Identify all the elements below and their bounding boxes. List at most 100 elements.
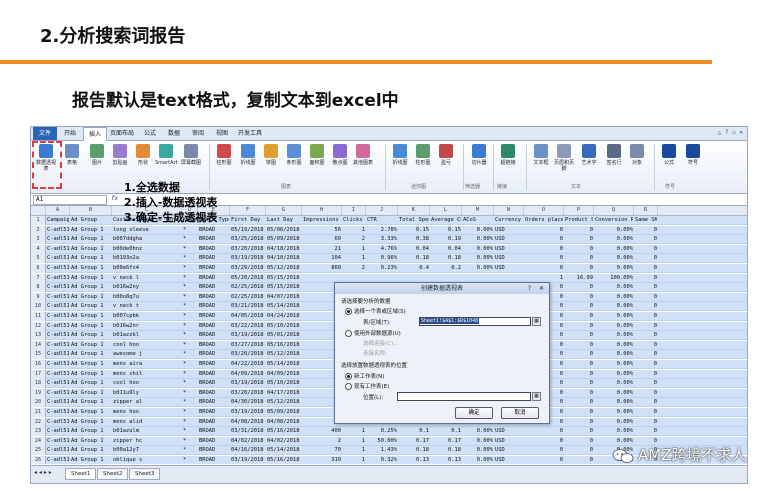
ribbon-button-3[interactable]: 剪贴画	[109, 144, 131, 166]
cell[interactable]: 0	[525, 446, 563, 455]
ribbon-button-20[interactable]: 页眉和页脚	[553, 144, 575, 172]
cell[interactable]: 0.00%	[595, 302, 633, 311]
cell[interactable]: BROAD	[199, 418, 229, 427]
cell[interactable]: 0.2	[431, 264, 461, 273]
cell[interactable]: BROAD	[199, 331, 229, 340]
cell[interactable]: Ad Group 1	[71, 341, 111, 350]
cell[interactable]: 0	[565, 312, 593, 321]
cell[interactable]: 03/29/2018	[231, 264, 265, 273]
cell[interactable]: C-adl51	[47, 427, 69, 436]
ribbon-button-11[interactable]: 面积图	[306, 144, 328, 166]
ribbon-button-23[interactable]: 对象	[626, 144, 648, 166]
cell[interactable]: 0	[635, 389, 657, 398]
cell[interactable]: Ad Group 1	[71, 235, 111, 244]
location-picker-icon[interactable]: ▦	[532, 392, 541, 401]
cell[interactable]: BROAD	[199, 245, 229, 254]
cell[interactable]: USD	[495, 264, 523, 273]
cancel-button[interactable]: 取消	[501, 407, 539, 419]
cell[interactable]: 0.00%	[595, 312, 633, 321]
cell[interactable]: 0	[565, 245, 593, 254]
cell[interactable]: 400	[303, 427, 341, 436]
cell[interactable]: C-adl51	[47, 235, 69, 244]
cell[interactable]: Last Day	[267, 216, 301, 225]
cell[interactable]: 0	[565, 293, 593, 302]
cell[interactable]: 0	[565, 389, 593, 398]
cell[interactable]: 03/25/2018	[231, 235, 265, 244]
cell[interactable]: 04/02/2018	[231, 437, 265, 446]
cell[interactable]: 03/22/2018	[231, 322, 265, 331]
row-number[interactable]: 17	[31, 369, 46, 379]
cell[interactable]: 0.00%	[595, 331, 633, 340]
cell[interactable]: BROAD	[199, 437, 229, 446]
cell[interactable]: 0.1	[431, 427, 461, 436]
cell[interactable]: mens aira	[113, 360, 181, 369]
cell[interactable]: long sleeve	[113, 226, 181, 235]
cell[interactable]: 0	[635, 370, 657, 379]
cell[interactable]: b00e6fx4	[113, 264, 181, 273]
cell[interactable]: C-adl51	[47, 456, 69, 464]
cell[interactable]: Impressions	[303, 216, 341, 225]
row-number[interactable]: 5	[31, 254, 46, 264]
cell[interactable]: 0.17	[431, 437, 461, 446]
cell[interactable]: Ad Group 1	[71, 283, 111, 292]
cell[interactable]: 04/02/2018	[267, 437, 301, 446]
cell[interactable]: C-adl51	[47, 293, 69, 302]
cell[interactable]: BROAD	[199, 226, 229, 235]
cell[interactable]: 0.18	[431, 446, 461, 455]
cell[interactable]: 0	[635, 322, 657, 331]
cell[interactable]: 0.1	[399, 427, 429, 436]
cell[interactable]: BROAD	[199, 370, 229, 379]
cell[interactable]: 04/30/2018	[231, 398, 265, 407]
tab-2[interactable]: 插入	[83, 127, 107, 141]
cell[interactable]: 0	[565, 437, 593, 446]
ribbon-button-24[interactable]: 公式	[658, 144, 680, 166]
cell[interactable]: 0	[635, 274, 657, 283]
cell[interactable]: 0	[525, 226, 563, 235]
cell[interactable]: 04/10/2018	[267, 254, 301, 263]
cell[interactable]: 05/15/2018	[267, 274, 301, 283]
cell[interactable]: BROAD	[199, 389, 229, 398]
column-header[interactable]: Q	[594, 206, 634, 215]
row-number[interactable]: 7	[31, 273, 46, 283]
cell[interactable]: 0.00%	[595, 370, 633, 379]
row-number[interactable]: 16	[31, 360, 46, 369]
cell[interactable]: 0	[635, 418, 657, 427]
row-number[interactable]: 6	[31, 264, 46, 273]
cell[interactable]: Ad Group 1	[71, 398, 111, 407]
row-number[interactable]: 10	[31, 302, 46, 312]
cell[interactable]: *	[183, 360, 197, 369]
tab-5[interactable]: 数据	[163, 127, 185, 140]
cell[interactable]: 02/25/2018	[231, 283, 265, 292]
cell[interactable]: Ad Group 1	[71, 446, 111, 455]
cell[interactable]: 05/20/2018	[231, 274, 265, 283]
cell[interactable]: 0	[635, 350, 657, 359]
cell[interactable]: Ad Group 1	[71, 226, 111, 235]
cell[interactable]: C-adl51	[47, 302, 69, 311]
cell[interactable]: 0	[635, 254, 657, 263]
cell[interactable]: BROAD	[199, 446, 229, 455]
cell[interactable]: cool hoo	[113, 379, 181, 388]
cell[interactable]: 0.00%	[595, 293, 633, 302]
cell[interactable]: 04/22/2018	[231, 360, 265, 369]
cell[interactable]: 0	[565, 427, 593, 436]
cell[interactable]: 0	[635, 302, 657, 311]
cell[interactable]: 02/25/2018	[231, 293, 265, 302]
ribbon-button-13[interactable]: 其他图表	[352, 144, 374, 166]
close-icon[interactable]: ✕	[539, 283, 544, 294]
cell[interactable]: 0	[565, 456, 593, 464]
ribbon-button-21[interactable]: 艺术字	[578, 144, 600, 166]
cell[interactable]: 05/14/2018	[267, 360, 301, 369]
cell[interactable]: 0	[565, 254, 593, 263]
cell[interactable]: Currency	[495, 216, 523, 225]
cell[interactable]: 0.15	[431, 226, 461, 235]
cell[interactable]: 0.00%	[463, 264, 493, 273]
ribbon-button-0[interactable]: 数据透视表	[35, 144, 57, 172]
cell[interactable]: *	[183, 283, 197, 292]
cell[interactable]: 0.18	[399, 446, 429, 455]
cell[interactable]: 03/20/2018	[231, 350, 265, 359]
row-number[interactable]: 8	[31, 283, 46, 293]
cell[interactable]: BROAD	[199, 427, 229, 436]
cell[interactable]: C-adl51	[47, 370, 69, 379]
table-row[interactable]: 23 C-adl51 Ad Group 1 b01azulm * BROAD 03/31/2…	[31, 427, 747, 437]
tab-8[interactable]: 开发工具	[235, 127, 265, 140]
